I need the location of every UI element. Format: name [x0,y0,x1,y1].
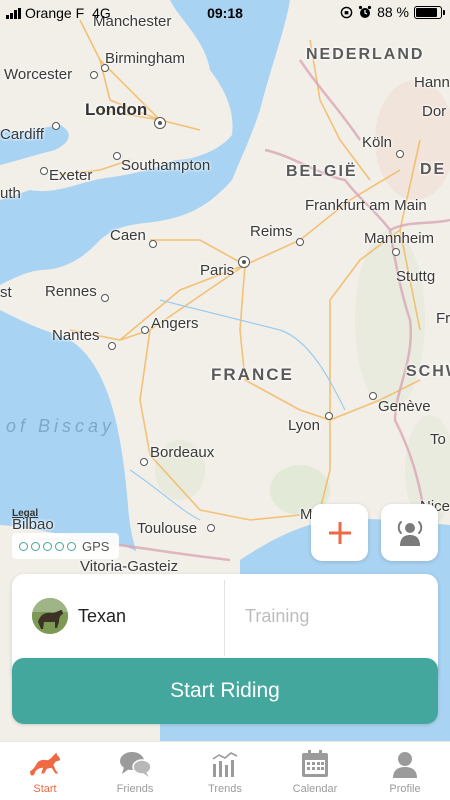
chat-bubbles-icon [118,748,152,780]
plus-icon [328,521,351,544]
tab-profile-label: Profile [389,783,421,795]
map-marker-lyon [325,412,333,420]
map-label-london: London [85,100,148,119]
map-label-bilbao: Bilbao [12,516,54,533]
map-label-koln: Köln [362,134,393,151]
battery-percent: 88 % [377,4,409,20]
map-label-mannheim: Mannheim [364,230,435,247]
map-label-to: To [430,431,446,448]
map-marker-exeter [40,167,48,175]
map-label-nantes: Nantes [52,327,100,344]
tab-friends-label: Friends [116,783,154,795]
map-label-frankfurt: Frankfurt am Main [305,197,427,214]
gps-indicator: GPS [12,533,120,559]
map-marker-london [154,117,166,129]
tab-friends[interactable]: Friends [90,742,180,800]
live-tracking-button[interactable] [381,504,438,561]
status-right: 88 % [340,4,445,20]
map-marker-rennes [101,294,109,302]
map-marker-koln [396,150,404,158]
gps-label: GPS [82,538,110,554]
map-marker-reims [296,238,304,246]
horse-selector[interactable]: Texan [12,574,224,658]
horse-name: Texan [78,605,127,626]
map-marker-caen [149,240,157,248]
map-marker-mannheim [392,248,400,256]
map-label-st: st [0,284,12,301]
tab-profile[interactable]: Profile [360,742,450,800]
person-icon [388,748,422,780]
bar-chart-icon [208,748,242,780]
map-label-nederland: NEDERLAND [306,46,425,63]
map-label-exeter: Exeter [49,167,93,184]
alarm-icon [358,5,372,18]
horse-avatar [32,598,68,634]
calendar-icon [298,748,332,780]
map-label-biscay: of Biscay [6,416,116,436]
map-label-rennes: Rennes [45,283,97,300]
battery-icon [414,5,445,19]
tab-bar: Start Friends Trends Calendar Profile [0,741,450,800]
map-label-de: DE [420,161,447,178]
map-marker-bordeaux [140,458,148,466]
map-marker-cardiff [52,122,60,130]
map-label-uth: uth [0,185,21,202]
map-label-cardiff: Cardiff [0,126,44,143]
map-label-paris: Paris [200,262,235,279]
map-label-caen: Caen [110,227,146,244]
tab-trends-label: Trends [208,783,242,795]
map-label-stuttg: Stuttg [396,268,436,285]
map-label-hann: Hann [414,74,450,91]
map-marker-angers [141,326,149,334]
map-marker-worcester [90,71,98,79]
map-label-angers: Angers [151,315,199,332]
add-button[interactable] [311,504,368,561]
map-marker-nantes [108,342,116,350]
tab-calendar[interactable]: Calendar [270,742,360,800]
orientation-lock-icon [340,6,353,18]
gps-signal-icon [19,541,76,551]
map-label-dor: Dor [422,103,447,120]
map-label-geneve: Genève [378,398,431,415]
map-label-france: FRANCE [211,365,294,384]
map-marker-birmingham [101,64,109,72]
tab-calendar-label: Calendar [292,783,338,795]
map-label-toulouse: Toulouse [137,520,198,537]
start-riding-button[interactable]: Start Riding [12,658,438,724]
map-label-lyon: Lyon [288,417,320,434]
map-label-vitoria: Vitoria-Gasteiz [80,558,179,575]
map-marker-southampton [113,152,121,160]
status-bar: Orange F 4G 09:18 88 % [0,0,450,26]
tab-trends[interactable]: Trends [180,742,270,800]
horse-icon [28,748,62,780]
map-label-birmingham: Birmingham [105,50,186,67]
map-label-southampton: Southampton [121,157,211,174]
map-label-belgie: BELGIË [286,163,358,180]
training-selector[interactable]: Training [225,574,438,658]
map-label-reims: Reims [250,223,293,240]
map-legal-link[interactable]: Legal [12,508,38,519]
live-tracking-icon [397,520,422,546]
map-label-worcester: Worcester [4,66,73,83]
tab-start-label: Start [33,783,57,795]
map-label-fr: Fr [436,310,450,327]
tab-start[interactable]: Start [0,742,90,800]
map-marker-paris [238,256,250,268]
map-marker-toulouse [207,524,215,532]
map-marker-geneve [369,392,377,400]
map-label-schw: SCHW [406,363,450,380]
map-label-bordeaux: Bordeaux [150,444,215,461]
